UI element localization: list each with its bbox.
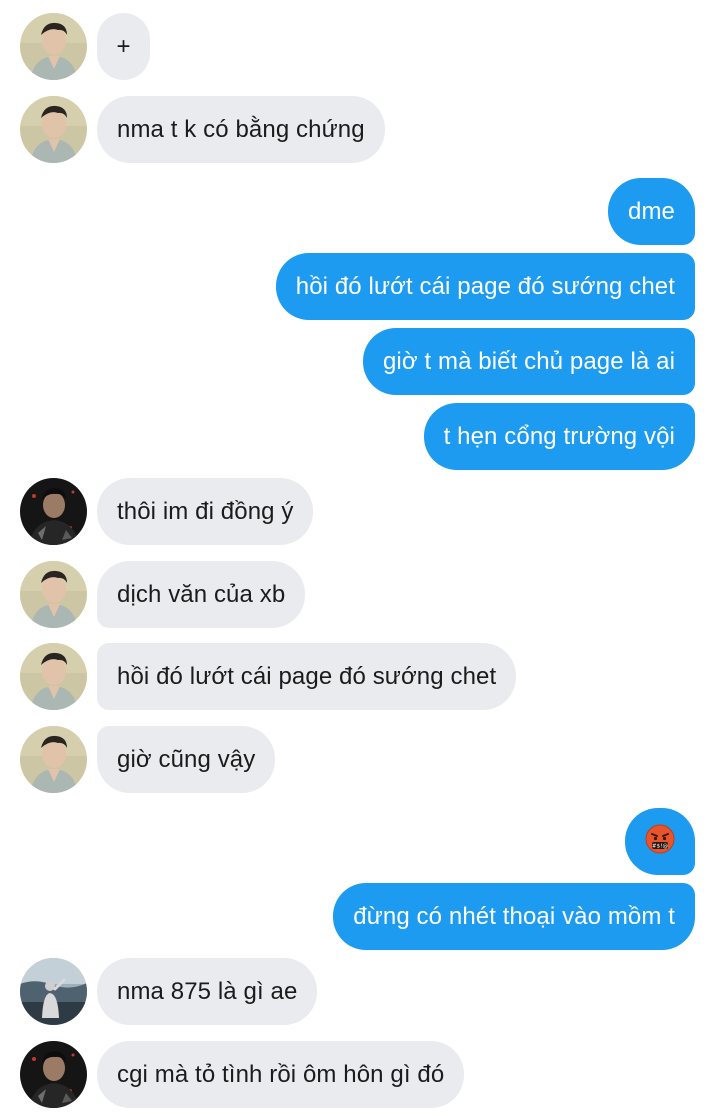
avatar-friend-a[interactable] xyxy=(20,726,87,793)
message-bubble[interactable]: nma 875 là gì ae xyxy=(97,958,318,1025)
angry-cursing-face-icon: #$!@ xyxy=(645,824,675,859)
svg-text:#$!@: #$!@ xyxy=(652,844,669,850)
message-text: hồi đó lướt cái page đó sướng chet xyxy=(117,662,497,690)
message-text: giờ t mà biết chủ page là ai xyxy=(382,347,675,375)
message-bubble[interactable]: hồi đó lướt cái page đó sướng chet xyxy=(97,643,517,710)
message-bubble[interactable]: giờ t mà biết chủ page là ai xyxy=(362,328,695,395)
message-text: đừng có nhét thoại vào mồm t xyxy=(353,902,675,930)
message-text: t hẹn cổng trường vội xyxy=(443,422,675,450)
message-text: nma t k có bằng chứng xyxy=(117,115,365,143)
message-text: thôi im đi đồng ý xyxy=(117,497,294,525)
message-bubble[interactable]: dịch văn của xb xyxy=(97,561,306,628)
avatar-friend-a[interactable] xyxy=(20,643,87,710)
message-bubble[interactable]: t hẹn cổng trường vội xyxy=(423,403,695,470)
message-text: + xyxy=(116,32,131,60)
avatar-friend-a[interactable] xyxy=(20,561,87,628)
message-bubble[interactable]: cgi mà tỏ tình rồi ôm hôn gì đó xyxy=(97,1041,465,1108)
message-bubble[interactable]: hồi đó lướt cái page đó sướng chet xyxy=(275,253,695,320)
avatar-friend-a[interactable] xyxy=(20,96,87,163)
message-bubble[interactable]: giờ cũng vậy xyxy=(97,726,276,793)
avatar-friend-a[interactable] xyxy=(20,13,87,80)
message-text: dme xyxy=(628,197,675,225)
message-bubble[interactable]: #$!@ xyxy=(625,808,695,875)
message-text: giờ cũng vậy xyxy=(117,745,256,773)
message-bubble[interactable]: đừng có nhét thoại vào mồm t xyxy=(333,883,695,950)
message-text: dịch văn của xb xyxy=(117,580,286,608)
avatar-friend-b[interactable] xyxy=(20,478,87,545)
avatar-friend-b[interactable] xyxy=(20,1041,87,1108)
message-bubble[interactable]: dme xyxy=(608,178,695,245)
message-text: hồi đó lướt cái page đó sướng chet xyxy=(295,272,675,300)
message-text: nma 875 là gì ae xyxy=(117,977,298,1005)
message-bubble[interactable]: nma t k có bằng chứng xyxy=(97,96,385,163)
avatar-friend-c[interactable] xyxy=(20,958,87,1025)
message-text: cgi mà tỏ tình rồi ôm hôn gì đó xyxy=(117,1060,445,1088)
message-bubble[interactable]: thôi im đi đồng ý xyxy=(97,478,314,545)
message-bubble[interactable]: + xyxy=(97,13,150,80)
